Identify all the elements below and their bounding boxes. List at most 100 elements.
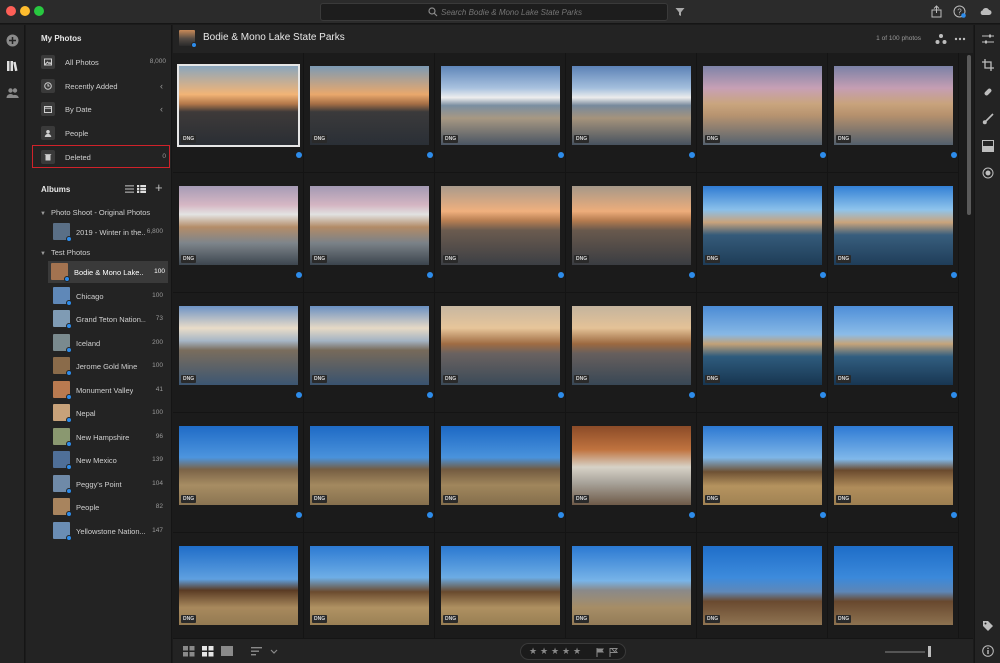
photo-thumbnail[interactable]: DNG	[177, 64, 300, 147]
photo-cell[interactable]: DNG	[304, 413, 435, 533]
linear-gradient-icon[interactable]	[982, 140, 994, 152]
square-grid-view-icon[interactable]	[183, 646, 195, 657]
album-item-selected[interactable]: Bodie & Mono Lake... 100	[48, 261, 168, 283]
star-icon[interactable]: ★	[540, 647, 548, 656]
sidebar-item-all-photos[interactable]: All Photos 8,000	[38, 52, 168, 72]
album-item[interactable]: New Hampshire 96	[50, 426, 166, 448]
chevron-left-icon[interactable]: ‹	[160, 105, 163, 114]
sort-icon[interactable]	[251, 646, 263, 657]
photo-thumbnail[interactable]: DNG	[310, 546, 429, 625]
photo-thumbnail[interactable]: DNG	[441, 546, 560, 625]
photo-cell[interactable]: DNG	[828, 173, 959, 293]
zoom-window-button[interactable]	[34, 6, 44, 16]
photo-cell[interactable]: DNG	[435, 173, 566, 293]
photo-thumbnail[interactable]: DNG	[310, 306, 429, 385]
photo-cell[interactable]: DNG	[435, 293, 566, 413]
photo-cell[interactable]: DNG	[304, 53, 435, 173]
photo-thumbnail[interactable]: DNG	[179, 426, 298, 505]
photo-thumbnail[interactable]: DNG	[572, 66, 691, 145]
chevron-left-icon[interactable]: ‹	[160, 82, 163, 91]
shared-people-icon[interactable]	[6, 86, 19, 99]
photo-cell[interactable]: DNG	[566, 173, 697, 293]
edit-sliders-icon[interactable]	[982, 33, 994, 45]
album-item[interactable]: Nepal 100	[50, 402, 166, 424]
album-item[interactable]: Chicago 100	[50, 285, 166, 307]
photo-grid-view-icon[interactable]	[202, 646, 214, 657]
sidebar-item-people[interactable]: People	[38, 123, 168, 143]
share-icon[interactable]	[930, 5, 943, 18]
photo-thumbnail[interactable]: DNG	[441, 66, 560, 145]
photo-thumbnail[interactable]: DNG	[703, 186, 822, 265]
photo-cell[interactable]: DNG	[173, 413, 304, 533]
search-box[interactable]	[320, 3, 668, 21]
star-icon[interactable]: ★	[529, 647, 537, 656]
close-window-button[interactable]	[6, 6, 16, 16]
photo-thumbnail[interactable]: DNG	[179, 186, 298, 265]
photo-thumbnail[interactable]: DNG	[310, 426, 429, 505]
brush-icon[interactable]	[982, 113, 994, 125]
chevron-down-icon[interactable]	[268, 646, 280, 657]
photo-thumbnail[interactable]: DNG	[834, 306, 953, 385]
album-item[interactable]: Peggy's Point 104	[50, 473, 166, 495]
radial-gradient-icon[interactable]	[982, 167, 994, 179]
photo-thumbnail[interactable]: DNG	[834, 546, 953, 625]
photo-thumbnail[interactable]: DNG	[310, 66, 429, 145]
star-rating[interactable]: ★ ★ ★ ★ ★	[520, 643, 626, 660]
list-view-icon[interactable]	[125, 185, 134, 193]
photo-cell[interactable]: DNG	[304, 293, 435, 413]
thumbnail-view-icon[interactable]	[137, 185, 146, 193]
photo-cell[interactable]: DNG	[566, 293, 697, 413]
photo-cell[interactable]: DNG	[697, 413, 828, 533]
photo-thumbnail[interactable]: DNG	[834, 426, 953, 505]
thumbnail-size-slider-handle[interactable]	[928, 646, 931, 657]
detail-view-icon[interactable]	[221, 646, 233, 657]
library-icon[interactable]	[6, 59, 19, 72]
album-item[interactable]: Grand Teton Nation... 73	[50, 308, 166, 330]
photo-thumbnail[interactable]: DNG	[572, 186, 691, 265]
thumbnail-size-slider[interactable]	[885, 651, 925, 653]
help-icon[interactable]: ?	[953, 5, 966, 18]
keyword-tag-icon[interactable]	[982, 620, 994, 632]
flag-icon[interactable]	[596, 648, 605, 657]
photo-cell[interactable]: DNG	[173, 533, 304, 638]
photo-thumbnail[interactable]: DNG	[572, 546, 691, 625]
photo-cell[interactable]: DNG	[828, 293, 959, 413]
album-group-photo-shoot[interactable]: ▼ Photo Shoot - Original Photos	[40, 208, 150, 217]
album-item[interactable]: New Mexico 139	[50, 449, 166, 471]
star-icon[interactable]: ★	[573, 647, 581, 656]
photo-thumbnail[interactable]: DNG	[179, 546, 298, 625]
photo-thumbnail[interactable]: DNG	[310, 186, 429, 265]
photo-cell[interactable]: DNG	[828, 413, 959, 533]
photo-cell[interactable]: DNG	[566, 413, 697, 533]
photo-cell[interactable]: DNG	[828, 53, 959, 173]
scrollbar-thumb[interactable]	[967, 55, 971, 215]
album-item[interactable]: People 82	[50, 496, 166, 518]
photo-cell-selected[interactable]: DNG	[173, 53, 304, 173]
photo-thumbnail[interactable]: DNG	[703, 306, 822, 385]
photo-cell[interactable]: DNG	[566, 53, 697, 173]
photo-thumbnail[interactable]: DNG	[572, 306, 691, 385]
photo-cell[interactable]: DNG	[697, 533, 828, 638]
photo-cell[interactable]: DNG	[304, 533, 435, 638]
photo-cell[interactable]: DNG	[304, 173, 435, 293]
star-icon[interactable]: ★	[562, 647, 570, 656]
photo-thumbnail[interactable]: DNG	[703, 66, 822, 145]
cloud-icon[interactable]	[979, 5, 992, 18]
album-item[interactable]: Monument Valley 41	[50, 379, 166, 401]
photo-thumbnail[interactable]: DNG	[441, 306, 560, 385]
info-icon[interactable]	[982, 645, 994, 657]
photo-cell[interactable]: DNG	[435, 533, 566, 638]
album-item[interactable]: 2019 - Winter in the... 6,800	[50, 221, 166, 243]
album-item[interactable]: Yellowstone Nation... 147	[50, 520, 166, 542]
photo-thumbnail[interactable]: DNG	[441, 426, 560, 505]
star-icon[interactable]: ★	[551, 647, 559, 656]
photo-thumbnail[interactable]: DNG	[703, 546, 822, 625]
more-options-icon[interactable]	[954, 33, 966, 45]
album-item[interactable]: Jerome Gold Mine 100	[50, 355, 166, 377]
photo-thumbnail[interactable]: DNG	[834, 186, 953, 265]
add-album-icon[interactable]: +	[155, 180, 163, 195]
minimize-window-button[interactable]	[20, 6, 30, 16]
photo-cell[interactable]: DNG	[173, 173, 304, 293]
add-photos-icon[interactable]	[6, 34, 19, 47]
photo-cell[interactable]: DNG	[435, 53, 566, 173]
